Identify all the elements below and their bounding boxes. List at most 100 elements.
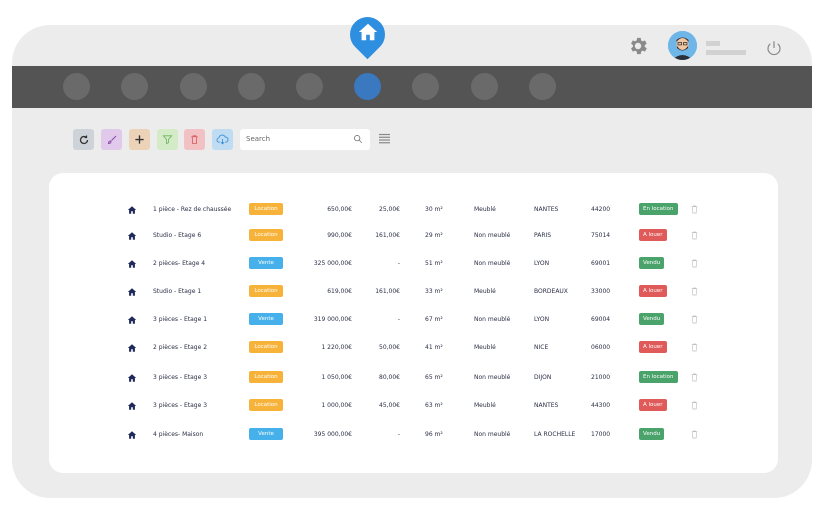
city-value: LYON <box>534 260 550 267</box>
download-button[interactable] <box>212 129 233 150</box>
furnished-value: Non meublé <box>474 232 511 239</box>
table-row[interactable]: 3 pièces - Etage 1 Vente 319 000,00€ - 67 m²… <box>49 313 778 327</box>
trash-icon[interactable] <box>691 343 698 352</box>
nav-item-1[interactable] <box>63 73 90 100</box>
home-icon <box>127 206 137 214</box>
type-badge: Vente <box>249 313 283 325</box>
surface-value: 30 m² <box>425 206 443 213</box>
search-icon[interactable] <box>353 134 363 144</box>
status-badge: A louer <box>639 229 667 241</box>
nav-item-5[interactable] <box>296 73 323 100</box>
trash-icon[interactable] <box>691 231 698 240</box>
trash-icon[interactable] <box>691 315 698 324</box>
city-value: BORDEAUX <box>534 288 568 295</box>
refresh-button[interactable] <box>73 129 94 150</box>
delete-button[interactable] <box>184 129 205 150</box>
surface-value: 67 m² <box>425 316 443 323</box>
home-icon <box>127 260 137 268</box>
table-row[interactable]: 1 pièce - Rez de chaussée Location 650,00€… <box>49 203 778 217</box>
property-list-panel: 1 pièce - Rez de chaussée Location 650,00€… <box>49 173 778 473</box>
status-badge: A louer <box>639 285 667 297</box>
status-badge: Vendu <box>639 313 665 325</box>
type-badge: Location <box>249 203 283 215</box>
trash-icon[interactable] <box>691 205 698 214</box>
download-icon <box>216 134 229 145</box>
avatar[interactable] <box>668 31 697 60</box>
charges-value: 45,00€ <box>379 402 400 409</box>
furnished-value: Non meublé <box>474 316 511 323</box>
type-badge: Location <box>249 229 283 241</box>
surface-value: 51 m² <box>425 260 443 267</box>
price-value: 990,00€ <box>327 232 352 239</box>
nav-item-4[interactable] <box>238 73 265 100</box>
surface-value: 63 m² <box>425 402 443 409</box>
trash-icon[interactable] <box>691 373 698 382</box>
property-title: 1 pièce - Rez de chaussée <box>153 206 232 213</box>
nav-item-3[interactable] <box>180 73 207 100</box>
furnished-value: Meublé <box>474 206 496 213</box>
table-row[interactable]: Studio - Etage 1 Location 619,00€ 161,00€ 33… <box>49 285 778 299</box>
brush-button[interactable] <box>101 129 122 150</box>
search-input[interactable] <box>246 132 346 146</box>
home-icon[interactable] <box>357 21 379 43</box>
price-value: 1 050,00€ <box>321 374 352 381</box>
furnished-value: Meublé <box>474 402 496 409</box>
city-value: LA ROCHELLE <box>534 431 576 438</box>
charges-value: 161,00€ <box>375 232 400 239</box>
type-badge: Vente <box>249 257 283 269</box>
property-title: 3 pièces - Etage 1 <box>153 316 208 323</box>
home-icon <box>127 316 137 324</box>
city-value: LYON <box>534 316 550 323</box>
nav-item-9[interactable] <box>529 73 556 100</box>
home-icon <box>127 402 137 410</box>
gear-icon[interactable] <box>627 35 649 57</box>
zip-value: 44200 <box>591 206 611 213</box>
list-icon[interactable] <box>379 133 390 144</box>
price-value: 650,00€ <box>327 206 352 213</box>
home-icon <box>127 431 137 439</box>
nav-item-8[interactable] <box>471 73 498 100</box>
charges-value: 161,00€ <box>375 288 400 295</box>
property-title: 2 pièces- Etage 4 <box>153 260 206 267</box>
type-badge: Vente <box>249 428 283 440</box>
navbar <box>12 66 812 108</box>
nav-item-2[interactable] <box>121 73 148 100</box>
price-value: 395 000,00€ <box>313 431 352 438</box>
property-title: Studio - Etage 6 <box>153 232 202 239</box>
table-row[interactable]: 2 pièces - Etage 2 Location 1 220,00€ 50,00… <box>49 341 778 355</box>
table-row[interactable]: Studio - Etage 6 Location 990,00€ 161,00€ 29… <box>49 229 778 243</box>
property-title: 3 pièces - Etage 3 <box>153 402 208 409</box>
trash-icon[interactable] <box>691 430 698 439</box>
trash-icon[interactable] <box>691 259 698 268</box>
home-icon <box>127 232 137 240</box>
user-role-placeholder <box>706 50 746 55</box>
charges-value: - <box>397 316 400 323</box>
city-value: NICE <box>534 344 549 351</box>
type-badge: Location <box>249 371 283 383</box>
surface-value: 33 m² <box>425 288 443 295</box>
table-row[interactable]: 4 pièces- Maison Vente 395 000,00€ - 96 m² No… <box>49 428 778 442</box>
price-value: 1 000,00€ <box>321 402 352 409</box>
filter-button[interactable] <box>157 129 178 150</box>
nav-item-7[interactable] <box>412 73 439 100</box>
avatar-illustration <box>668 31 697 60</box>
furnished-value: Non meublé <box>474 260 511 267</box>
type-badge: Location <box>249 399 283 411</box>
status-badge: A louer <box>639 341 667 353</box>
table-row[interactable]: 3 pièces - Etage 3 Location 1 000,00€ 45,00… <box>49 399 778 413</box>
search-box[interactable] <box>240 129 370 150</box>
surface-value: 96 m² <box>425 431 443 438</box>
trash-icon[interactable] <box>691 287 698 296</box>
table-row[interactable]: 3 pièces - Etage 3 Location 1 050,00€ 80,00… <box>49 371 778 385</box>
trash-icon[interactable] <box>691 401 698 410</box>
zip-value: 44300 <box>591 402 611 409</box>
surface-value: 41 m² <box>425 344 443 351</box>
table-row[interactable]: 2 pièces- Etage 4 Vente 325 000,00€ - 51 m² N… <box>49 257 778 271</box>
trash-icon <box>191 135 198 145</box>
power-icon[interactable] <box>765 39 783 57</box>
charges-value: 50,00€ <box>379 344 400 351</box>
surface-value: 29 m² <box>425 232 443 239</box>
add-button[interactable] <box>129 129 150 150</box>
home-icon <box>127 344 137 352</box>
nav-item-home-active[interactable] <box>354 73 381 100</box>
